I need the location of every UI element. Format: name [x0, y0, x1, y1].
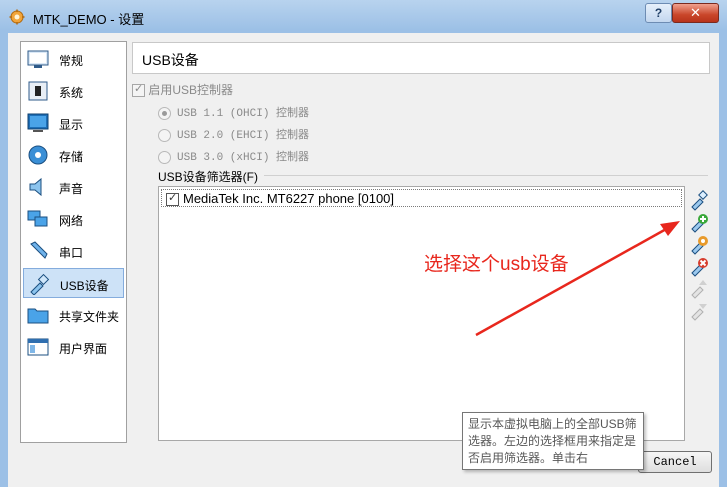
display-monitor-icon — [27, 113, 49, 132]
cancel-button[interactable]: Cancel — [638, 451, 712, 473]
filter-list-tooltip: 显示本虚拟电脑上的全部USB筛选器。左边的选择框用来指定是否启用筛选器。单击右 — [462, 412, 644, 470]
network-icon — [27, 210, 48, 227]
serial-port-icon — [30, 241, 48, 259]
sidebar-item-label: 用户界面 — [59, 342, 108, 356]
remove-filter-icon[interactable] — [688, 255, 710, 277]
window-title: MTK_DEMO - 设置 — [33, 12, 145, 27]
settings-sidebar: 常规 系统 显示 存储 声音 网络 串口 USB设备 共享文件夹 用户界面 — [20, 41, 127, 443]
radio-dot — [158, 128, 171, 142]
sidebar-item-general[interactable]: 常规 — [23, 44, 124, 74]
usb-filters-label: USB设备筛选器(F) — [158, 170, 258, 184]
sidebar-item-label: USB设备 — [60, 279, 109, 293]
shared-folder-icon — [27, 308, 49, 324]
filter-row[interactable]: MediaTek Inc. MT6227 phone [0100] — [161, 189, 682, 207]
sidebar-item-label: 显示 — [59, 118, 84, 132]
sidebar-item-system[interactable]: 系统 — [23, 76, 124, 106]
sidebar-item-label: 系统 — [59, 86, 84, 100]
sidebar-item-label: 声音 — [59, 182, 84, 196]
add-filter-from-device-icon[interactable] — [688, 211, 710, 233]
checkbox-label: 启用USB控制器 — [148, 83, 234, 97]
page-title: USB设备 — [142, 52, 199, 68]
settings-window: MTK_DEMO - 设置 ? ✕ 常规 系统 显示 存储 声音 网络 串口 U… — [0, 0, 727, 487]
checkbox-box — [132, 82, 145, 98]
sidebar-item-audio[interactable]: 声音 — [23, 172, 124, 202]
usb-icon — [30, 273, 50, 295]
radio-dot — [158, 106, 171, 120]
audio-speaker-icon — [29, 177, 42, 197]
sidebar-item-network[interactable]: 网络 — [23, 204, 124, 234]
storage-disk-icon — [28, 145, 48, 165]
sidebar-item-label: 共享文件夹 — [59, 310, 120, 324]
general-icon — [27, 50, 49, 68]
move-filter-up-icon[interactable] — [688, 277, 710, 299]
sidebar-item-usb[interactable]: USB设备 — [23, 268, 124, 298]
sidebar-item-storage[interactable]: 存储 — [23, 140, 124, 170]
radio-label: USB 1.1 (OHCI) 控制器 — [177, 108, 310, 120]
add-empty-filter-icon[interactable] — [688, 189, 710, 211]
radio-usb-2-0[interactable]: USB 2.0 (EHCI) 控制器 — [158, 126, 309, 142]
sidebar-item-label: 网络 — [59, 214, 84, 228]
usb-filter-list[interactable]: MediaTek Inc. MT6227 phone [0100] — [158, 186, 685, 441]
sidebar-item-serial[interactable]: 串口 — [23, 236, 124, 266]
virtualbox-app-icon — [9, 9, 25, 25]
radio-usb-1-1[interactable]: USB 1.1 (OHCI) 控制器 — [158, 104, 309, 120]
sidebar-item-shared-folders[interactable]: 共享文件夹 — [23, 300, 124, 330]
move-filter-down-icon[interactable] — [688, 299, 710, 321]
close-button[interactable]: ✕ — [672, 3, 719, 23]
page-title-box: USB设备 — [132, 42, 710, 74]
radio-label: USB 2.0 (EHCI) 控制器 — [177, 130, 310, 142]
filter-enable-checkbox[interactable] — [166, 191, 179, 206]
help-button[interactable]: ? — [645, 3, 672, 23]
user-interface-icon — [27, 338, 49, 356]
sidebar-item-label: 串口 — [59, 246, 84, 260]
enable-usb-controller-checkbox[interactable]: 启用USB控制器 — [132, 81, 233, 98]
radio-label: USB 3.0 (xHCI) 控制器 — [177, 152, 310, 164]
sidebar-item-display[interactable]: 显示 — [23, 108, 124, 138]
sidebar-item-label: 存储 — [59, 150, 84, 164]
divider — [264, 175, 708, 176]
sidebar-item-label: 常规 — [59, 54, 84, 68]
filter-name: MediaTek Inc. MT6227 phone [0100] — [183, 191, 395, 206]
sidebar-item-user-interface[interactable]: 用户界面 — [23, 332, 124, 362]
radio-dot — [158, 150, 171, 164]
system-chip-icon — [28, 81, 48, 101]
title-bar: MTK_DEMO - 设置 ? ✕ — [0, 0, 727, 33]
radio-usb-3-0[interactable]: USB 3.0 (xHCI) 控制器 — [158, 148, 309, 164]
edit-filter-icon[interactable] — [688, 233, 710, 255]
annotation-text: 选择这个usb设备 — [424, 254, 569, 275]
